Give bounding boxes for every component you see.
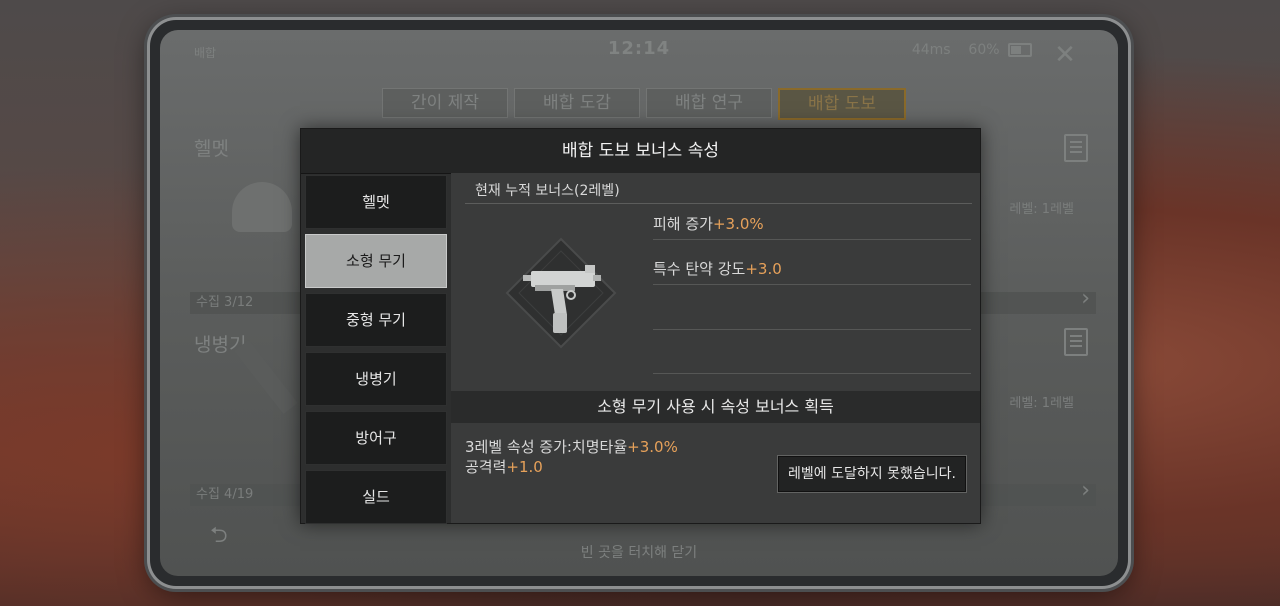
smg-icon (505, 237, 617, 349)
document-icon[interactable] (1064, 134, 1088, 162)
category-shield[interactable]: 실드 (305, 470, 447, 524)
chevron-right-icon[interactable]: › (1081, 478, 1090, 503)
top-tabs: 간이 제작 배합 도감 배합 연구 배합 도보 (382, 88, 906, 120)
status-bar: 배합 12:14 44ms 60% ✕ (160, 36, 1118, 68)
battery-icon (1008, 43, 1032, 57)
modal-title: 배합 도보 보너스 속성 (301, 129, 980, 174)
helmet-image (232, 182, 292, 232)
battery-text: 60% (968, 42, 1000, 58)
next-bonus-line2-prefix: 공격력 (465, 458, 507, 476)
melee-image (234, 339, 298, 415)
category-melee[interactable]: 냉병기 (305, 352, 447, 406)
bg-helmet-label: 헬멧 (194, 138, 229, 160)
stat-damage-value: +3.0% (712, 215, 764, 233)
stat-special-ammo: 특수 탄약 강도+3.0 (653, 254, 971, 285)
chevron-right-icon[interactable]: › (1081, 286, 1090, 311)
tab-recipe-book[interactable]: 배합 도감 (514, 88, 640, 118)
bonus-modal: 배합 도보 보너스 속성 헬멧 소형 무기 중형 무기 냉병기 방어구 실드 현… (300, 128, 981, 524)
bg-level-2: 레벨: 1레벨 (1009, 396, 1074, 411)
bg-level-1: 레벨: 1레벨 (1009, 202, 1074, 217)
status-right: 44ms 60% (912, 42, 1032, 58)
bg-collect-1: 수집 3/12 (196, 295, 254, 310)
level-not-reached-button[interactable]: 레벨에 도달하지 못했습니다. (777, 455, 967, 493)
next-bonus-text: 3레벨 속성 증가:치명타율+3.0% 공격력+1.0 (465, 437, 678, 477)
stat-special-ammo-value: +3.0 (745, 260, 782, 278)
bonus-content: 현재 누적 보너스(2레벨) 피해 증가+3.0% 특수 탄약 강도+3.0 소… (451, 173, 980, 523)
next-bonus-line1-prefix: 3레벨 속성 증가:치명타율 (465, 438, 628, 456)
category-list: 헬멧 소형 무기 중형 무기 냉병기 방어구 실드 (305, 175, 447, 529)
next-bonus-line2-value: +1.0 (506, 458, 543, 476)
close-hint: 빈 곳을 터치해 닫기 (580, 545, 698, 561)
tab-recipe-catalog[interactable]: 배합 도보 (778, 88, 906, 120)
stat-empty-2 (653, 343, 971, 374)
tab-simple-craft[interactable]: 간이 제작 (382, 88, 508, 118)
category-helmet[interactable]: 헬멧 (305, 175, 447, 229)
stat-damage-name: 피해 증가 (653, 215, 713, 233)
close-icon[interactable]: ✕ (1052, 42, 1078, 70)
current-bonus-header: 현재 누적 보너스(2레벨) (465, 179, 972, 204)
category-small-weapon[interactable]: 소형 무기 (305, 234, 447, 288)
stat-empty-1 (653, 299, 971, 330)
document-icon[interactable] (1064, 328, 1088, 356)
gain-header: 소형 무기 사용 시 속성 보너스 획득 (451, 391, 980, 423)
bg-collect-2: 수집 4/19 (196, 487, 254, 502)
category-armor[interactable]: 방어구 (305, 411, 447, 465)
stat-special-ammo-name: 특수 탄약 강도 (653, 260, 746, 278)
category-medium-weapon[interactable]: 중형 무기 (305, 293, 447, 347)
tab-recipe-research[interactable]: 배합 연구 (646, 88, 772, 118)
next-bonus-line1-value: +3.0% (627, 438, 678, 456)
ping-text: 44ms (911, 42, 951, 58)
stat-damage: 피해 증가+3.0% (653, 209, 971, 240)
